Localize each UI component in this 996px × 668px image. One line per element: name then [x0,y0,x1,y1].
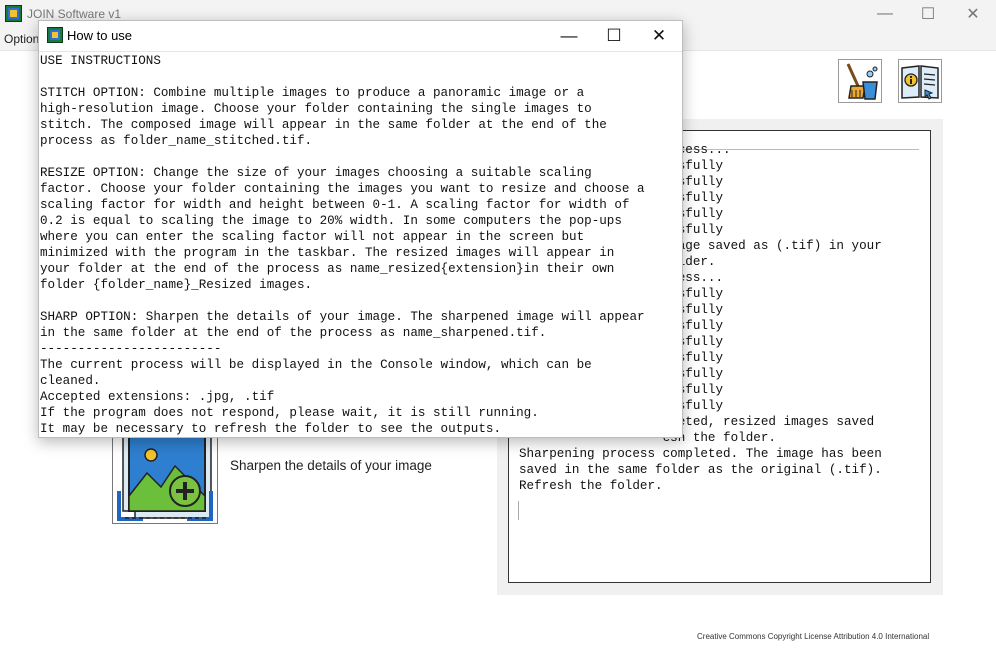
app-title: JOIN Software v1 [27,7,122,21]
sharpen-label: Sharpen the details of your image [230,458,432,473]
dialog-title: How to use [67,28,133,43]
license-text: Creative Commons Copyright License Attri… [697,632,930,641]
how-to-use-button[interactable] [898,59,942,103]
instructions-text[interactable]: USE INSTRUCTIONS STITCH OPTION: Combine … [40,53,682,435]
app-icon [5,5,22,22]
dialog-maximize-button[interactable]: ☐ [591,22,637,50]
dialog-minimize-button[interactable]: — [546,22,592,50]
dialog-title-bar[interactable]: How to use — ☐ ✕ [39,21,682,52]
text-caret [518,501,519,520]
maximize-button[interactable]: ☐ [905,0,951,28]
close-button[interactable]: ✕ [950,0,996,28]
minimize-button[interactable]: — [862,0,908,28]
broom-bucket-icon [846,63,878,100]
how-to-use-dialog: How to use — ☐ ✕ USE INSTRUCTIONS STITCH… [38,20,683,438]
clean-console-button[interactable] [838,59,882,103]
info-manual-icon [901,65,939,100]
menu-options[interactable]: Option [4,32,39,46]
dialog-close-button[interactable]: ✕ [636,22,682,50]
app-icon [47,27,63,43]
